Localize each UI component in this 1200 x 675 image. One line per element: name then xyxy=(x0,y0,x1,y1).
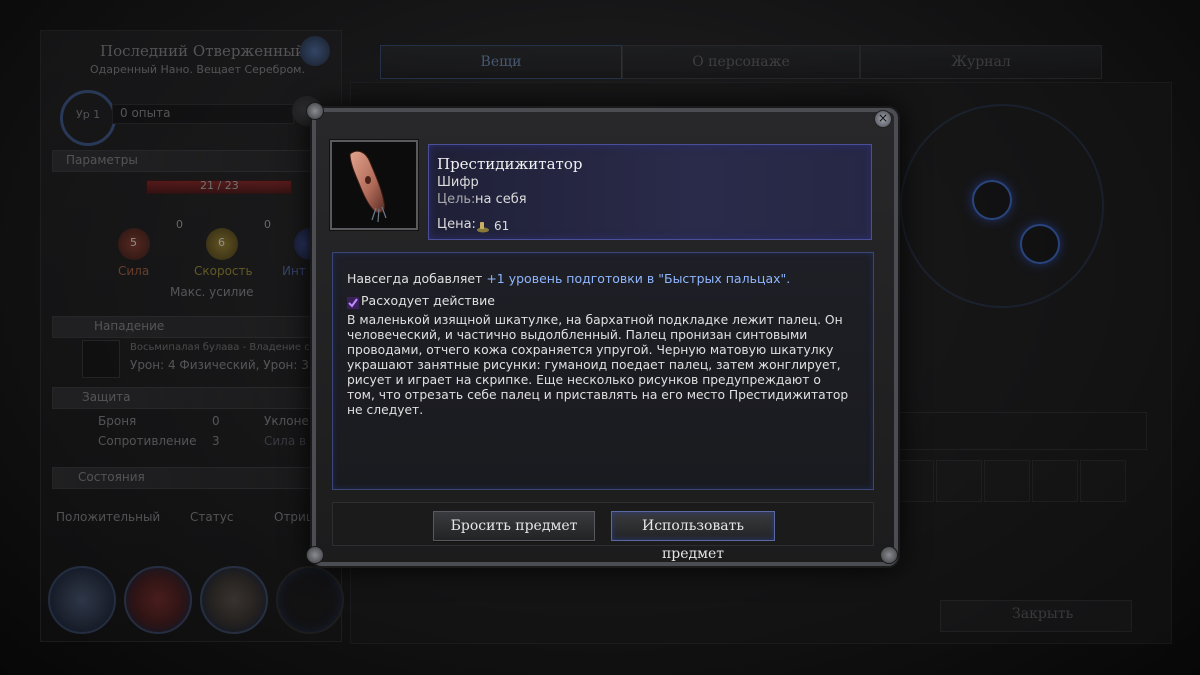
dodge-label: Уклоне xyxy=(264,414,309,428)
character-name: Последний Отверженный xyxy=(100,42,306,60)
party-portrait-1[interactable] xyxy=(48,566,116,634)
might-value: 5 xyxy=(130,236,137,249)
item-price-value: 61 xyxy=(494,219,510,233)
weapon-line: Восьмипалая булава - Владение сред xyxy=(130,342,330,353)
use-item-button[interactable]: Использовать предмет xyxy=(611,511,775,562)
drop-item-button[interactable]: Бросить предмет xyxy=(433,511,595,541)
defense-header-label: Защита xyxy=(82,390,131,404)
item-target-value: на себя xyxy=(475,192,527,207)
emblem-icon xyxy=(300,36,330,66)
equipped-slot-icon-2[interactable] xyxy=(1020,224,1060,264)
resist-value: 3 xyxy=(212,434,220,448)
intellect-label: Инт xyxy=(282,264,306,278)
game-screen: Последний Отверженный Одаренный Нано. Ве… xyxy=(0,0,1200,675)
tab-journal[interactable]: Журнал xyxy=(860,45,1102,79)
damage-line: Урон: 4 Физический, Урон: 3 xyxy=(130,358,309,372)
level-label: Ур 1 xyxy=(76,108,101,121)
finger-icon xyxy=(349,150,387,223)
inventory-strip xyxy=(880,412,1147,450)
state-negative: Отриц xyxy=(274,510,315,524)
item-header-panel: Престидижитатор Шифр Цель: на себя Цена:… xyxy=(428,144,872,240)
corner-rivet xyxy=(880,546,898,564)
item-price-label: Цена: xyxy=(437,217,476,232)
speed-label: Скорость xyxy=(194,264,253,278)
state-status: Статус xyxy=(190,510,234,524)
item-icon-frame xyxy=(330,140,418,230)
consumes-action: Расходует действие xyxy=(361,293,495,308)
flavor-text: В маленькой изящной шкатулке, на бархатн… xyxy=(347,313,849,417)
close-screen-label: Закрыть xyxy=(1012,606,1074,622)
hp-label: 21 / 23 xyxy=(200,179,239,192)
effect-line: Навсегда добавляет +1 уровень подготовки… xyxy=(347,271,790,286)
xp-label: 0 опыта xyxy=(120,106,171,120)
action-check-icon xyxy=(347,294,359,309)
item-target-label: Цель: xyxy=(437,192,476,207)
corner-rivet xyxy=(306,546,324,564)
close-icon[interactable]: × xyxy=(874,110,892,128)
item-detail-dialog: × Престидижитатор Шифр Цель: на себя Цен… xyxy=(306,102,898,566)
states-header-label: Состояния xyxy=(78,470,145,484)
item-type: Шифр xyxy=(437,175,479,190)
party-portrait-empty xyxy=(276,566,344,634)
inventory-slot[interactable] xyxy=(936,460,982,502)
character-descriptor: Одаренный Нано. Вещает Серебром. xyxy=(90,63,305,76)
resist-label: Сопротивление xyxy=(98,434,197,448)
max-effort-label: Макс. усилие xyxy=(170,285,254,299)
weapon-icon xyxy=(82,340,120,378)
equipped-slot-icon[interactable] xyxy=(972,180,1012,220)
party-portrait-2[interactable] xyxy=(124,566,192,634)
might-points: 0 xyxy=(176,218,183,231)
effect-prefix: Навсегда добавляет xyxy=(347,271,483,286)
inventory-slot[interactable] xyxy=(1080,460,1126,502)
item-description-panel: Навсегда добавляет +1 уровень подготовки… xyxy=(332,252,874,490)
tab-character[interactable]: О персонаже xyxy=(622,45,860,79)
shins-currency-icon xyxy=(476,218,490,233)
inventory-slot[interactable] xyxy=(1032,460,1078,502)
tab-items[interactable]: Вещи xyxy=(380,45,622,79)
party-portrait-3[interactable] xyxy=(200,566,268,634)
might-label: Сила xyxy=(118,264,150,278)
armor-value: 0 xyxy=(212,414,220,428)
armor-label: Броня xyxy=(98,414,137,428)
params-header-label: Параметры xyxy=(66,153,138,167)
inventory-slot[interactable] xyxy=(984,460,1030,502)
speed-value: 6 xyxy=(218,236,225,249)
attack-header-label: Нападение xyxy=(94,319,165,333)
corner-rivet xyxy=(306,102,324,120)
item-name: Престидижитатор xyxy=(437,155,583,173)
will-label: Сила в xyxy=(264,434,307,448)
speed-points: 0 xyxy=(264,218,271,231)
dialog-footer: Бросить предмет Использовать предмет xyxy=(332,502,874,562)
effect-highlight: +1 уровень подготовки в "Быстрых пальцах… xyxy=(486,271,791,286)
state-positive: Положительный xyxy=(56,510,161,524)
